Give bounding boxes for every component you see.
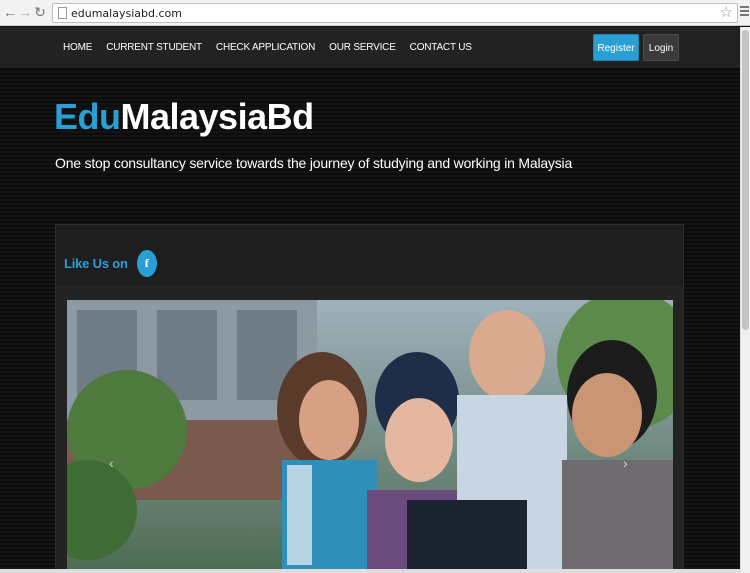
facebook-icon[interactable]: f: [136, 250, 157, 277]
browser-toolbar: ← → ↻ edumalaysiabd.com ☆: [0, 0, 750, 26]
forward-arrow-icon[interactable]: →: [17, 4, 33, 20]
vertical-scrollbar[interactable]: [740, 27, 750, 573]
scrollbar-thumb[interactable]: [742, 30, 749, 330]
site-brand[interactable]: EduMalaysiaBd: [54, 96, 314, 138]
carousel-next-icon[interactable]: ›: [623, 455, 628, 471]
page-icon: [58, 7, 67, 19]
like-us-label: Like Us on: [64, 256, 128, 271]
like-us-row: Like Us on f: [64, 250, 157, 277]
content-panel: Like Us on f ‹ ›: [55, 224, 684, 573]
nav-item-home[interactable]: HOME: [56, 27, 99, 69]
login-button[interactable]: Login: [643, 34, 679, 61]
main-menu: HOME CURRENT STUDENT CHECK APPLICATION O…: [56, 27, 479, 69]
star-icon[interactable]: ☆: [720, 4, 733, 22]
brand-accent: Edu: [54, 96, 121, 137]
carousel-container: ‹ ›: [56, 285, 683, 573]
back-arrow-icon[interactable]: ←: [2, 4, 18, 20]
reload-icon[interactable]: ↻: [32, 4, 48, 20]
horizontal-scrollbar[interactable]: [0, 569, 740, 573]
hero-photo: ‹ ›: [67, 300, 673, 573]
register-button[interactable]: Register: [593, 34, 639, 61]
site-page: HOME CURRENT STUDENT CHECK APPLICATION O…: [0, 27, 740, 573]
nav-item-our-service[interactable]: OUR SERVICE: [322, 27, 403, 69]
nav-item-contact-us[interactable]: CONTACT US: [403, 27, 479, 69]
students-photo: [67, 300, 673, 573]
carousel-prev-icon[interactable]: ‹: [109, 455, 114, 471]
top-navbar: HOME CURRENT STUDENT CHECK APPLICATION O…: [0, 27, 740, 69]
nav-item-check-application[interactable]: CHECK APPLICATION: [209, 27, 322, 69]
address-bar[interactable]: edumalaysiabd.com ☆: [52, 3, 738, 23]
nav-item-current-student[interactable]: CURRENT STUDENT: [99, 27, 209, 69]
menu-icon[interactable]: [740, 6, 749, 18]
url-text[interactable]: edumalaysiabd.com: [71, 7, 182, 20]
tagline: One stop consultancy service towards the…: [55, 155, 573, 171]
brand-rest: MalaysiaBd: [120, 96, 315, 137]
